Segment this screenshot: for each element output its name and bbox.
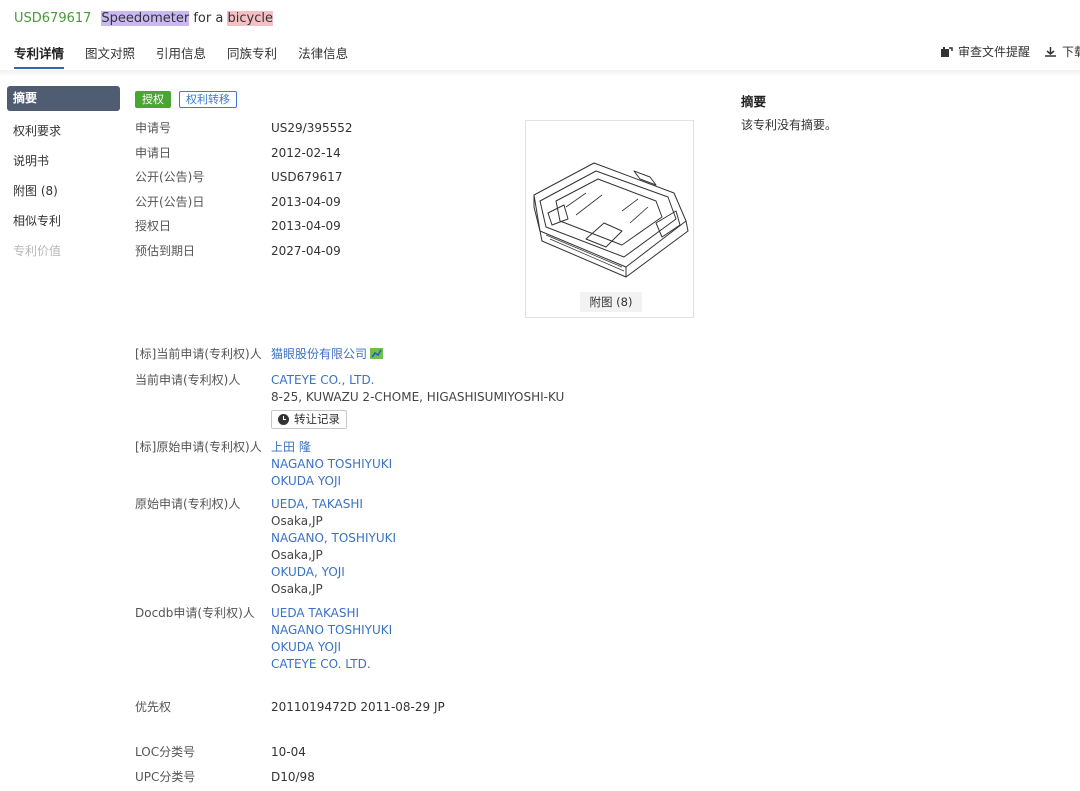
title-word-for-a: for a [193, 11, 224, 26]
tab-family[interactable]: 同族专利 [227, 43, 277, 69]
title-word-speedometer: Speedometer [101, 11, 190, 26]
applicant-link[interactable]: OKUDA YOJI [271, 640, 341, 654]
figures-count-label[interactable]: 附图 (8) [580, 292, 642, 312]
abstract-text: 该专利没有摘要。 [741, 118, 838, 132]
company-profile-icon[interactable] [370, 348, 384, 359]
field-value: USD679617 [271, 170, 343, 184]
field-label: 优先权 [135, 700, 172, 714]
field-label: Docdb申请(专利权)人 [135, 606, 255, 620]
field-label: 申请号 [135, 121, 172, 135]
current-applicant-link[interactable]: CATEYE CO., LTD. [271, 373, 375, 387]
tab-legal[interactable]: 法律信息 [298, 43, 348, 69]
field-value: 2013-04-09 [271, 219, 341, 233]
field-value: UEDA, TAKASHI Osaka,JP NAGANO, TOSHIYUKI… [271, 496, 396, 598]
field-value: 上田 隆 NAGANO TOSHIYUKI OKUDA YOJI [271, 439, 392, 490]
applicant-link[interactable]: NAGANO TOSHIYUKI [271, 457, 392, 471]
review-alert-button[interactable]: 审查文件提醒 [940, 43, 1030, 60]
field-label: 公开(公告)日 [135, 195, 205, 209]
nav-patent-value: 专利价值 [13, 244, 62, 258]
field-label: 公开(公告)号 [135, 170, 205, 184]
nav-similar-patents[interactable]: 相似专利 [7, 206, 120, 236]
title-word-bicycle: bicycle [227, 11, 273, 26]
patent-title: USD679617 Speedometer for a bicycle [14, 11, 273, 26]
review-alert-icon [940, 46, 953, 57]
detail-tabs: 专利详情 图文对照 引用信息 同族专利 法律信息 [14, 43, 369, 69]
patent-number: USD679617 [14, 11, 92, 26]
nav-abstract[interactable]: 摘要 [7, 86, 120, 111]
applicant-link[interactable]: UEDA, TAKASHI [271, 497, 363, 511]
transfer-badge[interactable]: 权利转移 [179, 91, 237, 108]
download-icon [1044, 46, 1056, 57]
figure-card[interactable]: 附图 (8) [525, 120, 694, 318]
nav-figures[interactable]: 附图 (8) [7, 176, 120, 206]
applicant-link[interactable]: 上田 隆 [271, 440, 311, 454]
field-label: UPC分类号 [135, 770, 196, 784]
field-value: 2011019472D 2011-08-29 JP [271, 700, 445, 714]
applicant-link[interactable]: NAGANO TOSHIYUKI [271, 623, 392, 637]
field-value: CATEYE CO., LTD. 8-25, KUWAZU 2-CHOME, H… [271, 372, 564, 430]
applicant-link[interactable]: UEDA TAKASHI [271, 606, 359, 620]
section-nav: 摘要 权利要求 说明书 附图 (8) 相似专利 专利价值 [7, 86, 120, 266]
field-label: 预估到期日 [135, 244, 196, 258]
field-label: 授权日 [135, 219, 172, 233]
clock-icon [278, 414, 289, 425]
abstract-heading: 摘要 [741, 94, 767, 109]
loc-class-link[interactable]: 10-04 [271, 744, 306, 761]
applicant-link[interactable]: OKUDA YOJI [271, 474, 341, 488]
field-label: LOC分类号 [135, 745, 196, 759]
transfer-record-button[interactable]: 转让记录 [271, 410, 347, 429]
review-alert-label: 审查文件提醒 [957, 45, 1030, 59]
speedometer-drawing [533, 162, 689, 278]
field-label: [标]原始申请(专利权)人 [135, 440, 262, 454]
field-label: 原始申请(专利权)人 [135, 497, 241, 511]
tab-figure-text[interactable]: 图文对照 [85, 43, 135, 69]
field-value: 2012-02-14 [271, 146, 341, 160]
header-divider [0, 70, 1080, 76]
transfer-record-label: 转让记录 [294, 412, 340, 426]
nav-claims[interactable]: 权利要求 [7, 116, 120, 146]
current-applicant-address: 8-25, KUWAZU 2-CHOME, HIGASHISUMIYOSHI-K… [271, 390, 565, 404]
field-value: UEDA TAKASHI NAGANO TOSHIYUKI OKUDA YOJI… [271, 605, 392, 673]
applicant-link[interactable]: OKUDA, YOJI [271, 565, 345, 579]
field-value: 2027-04-09 [271, 244, 341, 258]
field-label: 当前申请(专利权)人 [135, 373, 241, 387]
field-value: 2013-04-09 [271, 195, 341, 209]
granted-badge: 授权 [135, 91, 171, 108]
nav-description[interactable]: 说明书 [7, 146, 120, 176]
applicant-link[interactable]: NAGANO, TOSHIYUKI [271, 531, 396, 545]
applicant-location: Osaka,JP [271, 582, 323, 596]
applicant-link[interactable]: CATEYE CO. LTD. [271, 657, 371, 671]
download-label: 下载 [1061, 45, 1080, 59]
std-current-applicant-link[interactable]: 猫眼股份有限公司 [271, 347, 367, 361]
header-tools: 审查文件提醒 下载 [926, 43, 1080, 60]
applicant-location: Osaka,JP [271, 514, 323, 528]
status-badges: 授权 权利转移 [135, 91, 245, 108]
download-button[interactable]: 下载 [1044, 43, 1080, 60]
field-label: [标]当前申请(专利权)人 [135, 347, 262, 361]
field-label: 申请日 [135, 146, 172, 160]
tab-citations[interactable]: 引用信息 [156, 43, 206, 69]
upc-class-link[interactable]: D10/98 [271, 769, 315, 786]
tab-patent-details[interactable]: 专利详情 [14, 43, 65, 69]
field-value: US29/395552 [271, 121, 353, 135]
field-value: 猫眼股份有限公司 [271, 346, 384, 363]
applicant-location: Osaka,JP [271, 548, 323, 562]
